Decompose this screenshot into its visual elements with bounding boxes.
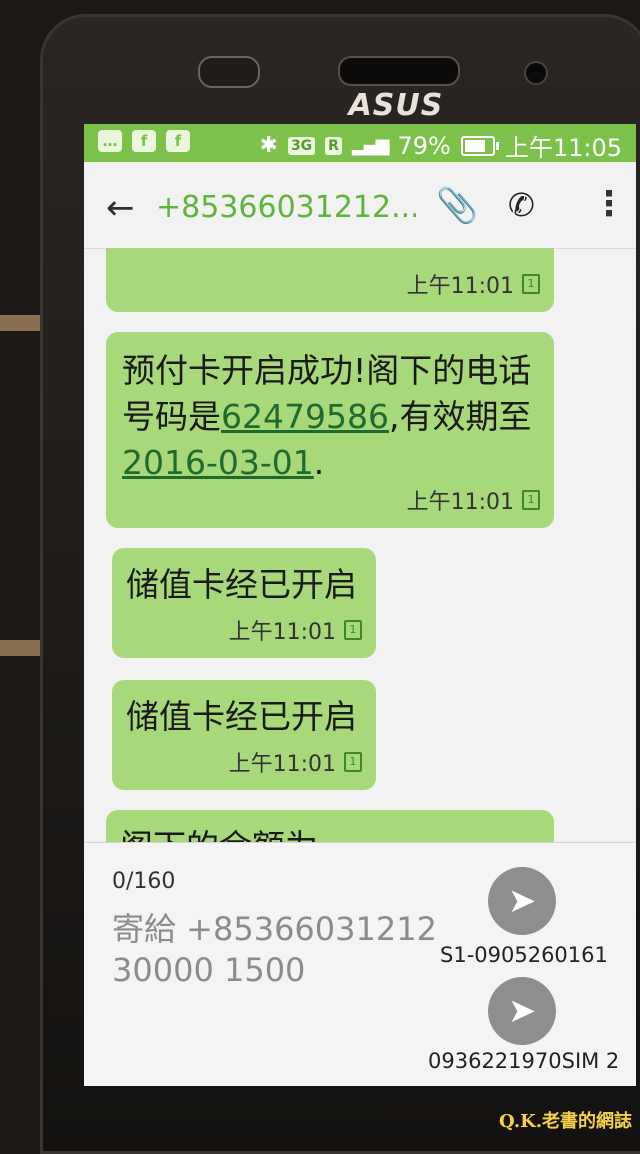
battery-percent: 79%: [397, 131, 451, 160]
message-time: 上午11:01: [228, 620, 336, 645]
message-bubble[interactable]: 预付卡开启成功!阁下的电话号码是62479586,有效期至2016-03-01.…: [106, 332, 554, 528]
message-meta: 上午11:01 1: [407, 484, 540, 516]
character-counter: 0/160: [112, 869, 176, 894]
sim-badge-icon: 1: [344, 620, 362, 640]
sim-badge-icon: 1: [344, 752, 362, 772]
message-text-part: .: [313, 443, 325, 482]
message-meta: 上午11:01 1: [229, 746, 362, 778]
clock: 上午11:05: [504, 134, 622, 162]
app-bar: ← +85366031212... 📎 ✆ ⋮: [84, 162, 636, 249]
message-text: 阁下的余额为: [120, 824, 540, 842]
send-sim1-button[interactable]: ➤: [488, 867, 556, 935]
date-link[interactable]: 2016-03-01: [122, 443, 314, 482]
more-options-icon[interactable]: ⋮: [592, 184, 626, 224]
message-bubble[interactable]: 储值卡经已开启 上午11:01 1: [112, 548, 376, 658]
conversation-title[interactable]: +85366031212...: [156, 190, 416, 225]
message-time: 上午11:01: [406, 490, 514, 515]
message-text: 预付卡开启成功!阁下的电话号码是62479586,有效期至2016-03-01.: [122, 348, 538, 486]
brand-logo: ASUS: [348, 88, 444, 123]
chat-bubble-icon: …: [98, 130, 122, 152]
send-sim2-button[interactable]: ➤: [488, 977, 556, 1045]
status-bar: … f f ✱ 3G R ▂▄▆ 79% 上午11:05: [84, 124, 636, 162]
watermark: Q.K.老書的網誌: [499, 1111, 632, 1132]
send-sim2-label: 0936221970SIM 2: [428, 1049, 620, 1073]
bluetooth-icon: ✱: [259, 133, 278, 158]
background-stripe: [0, 315, 40, 331]
message-composer: 0/160 寄給 +8536603121230000 1500 ➤ S1-090…: [84, 842, 636, 1086]
message-bubble[interactable]: 上午11:01 1: [106, 248, 554, 312]
back-arrow-icon[interactable]: ←: [106, 188, 135, 228]
message-text: 储值卡经已开启: [126, 697, 357, 736]
message-list[interactable]: 上午11:01 1 预付卡开启成功!阁下的电话号码是62479586,有效期至2…: [84, 248, 636, 842]
message-meta: 上午11:01 1: [407, 268, 540, 300]
message-time: 上午11:01: [228, 752, 336, 777]
front-camera: [524, 61, 548, 85]
background-stripe: [0, 640, 40, 656]
network-type: 3G: [287, 136, 316, 155]
message-bubble[interactable]: 阁下的余额为: [106, 810, 554, 842]
message-time: 上午11:01: [406, 274, 514, 299]
proximity-sensor: [198, 56, 260, 88]
message-text-part: ,有效期至: [388, 397, 532, 436]
message-bubble[interactable]: 储值卡经已开启 上午11:01 1: [112, 680, 376, 790]
battery-icon: [460, 135, 499, 156]
roaming-indicator: R: [325, 136, 342, 155]
send-sim1-label: S1-0905260161: [440, 943, 608, 967]
message-meta: 上午11:01 1: [229, 614, 362, 646]
facebook-icon: f: [166, 130, 190, 152]
attachment-icon[interactable]: 📎: [436, 186, 478, 226]
sim-badge-icon: 1: [522, 490, 540, 510]
phone-call-icon[interactable]: ✆: [508, 186, 535, 224]
earpiece-speaker: [338, 56, 460, 86]
signal-icon: ▂▄▆: [351, 135, 390, 156]
sim-badge-icon: 1: [522, 274, 540, 294]
phone-number-link[interactable]: 62479586: [221, 397, 389, 436]
message-text: 储值卡经已开启: [126, 565, 357, 604]
phone-screen: … f f ✱ 3G R ▂▄▆ 79% 上午11:05 ← +85366031…: [84, 124, 636, 1086]
message-input[interactable]: 寄給 +8536603121230000 1500: [112, 909, 442, 991]
facebook-icon: f: [132, 130, 156, 152]
